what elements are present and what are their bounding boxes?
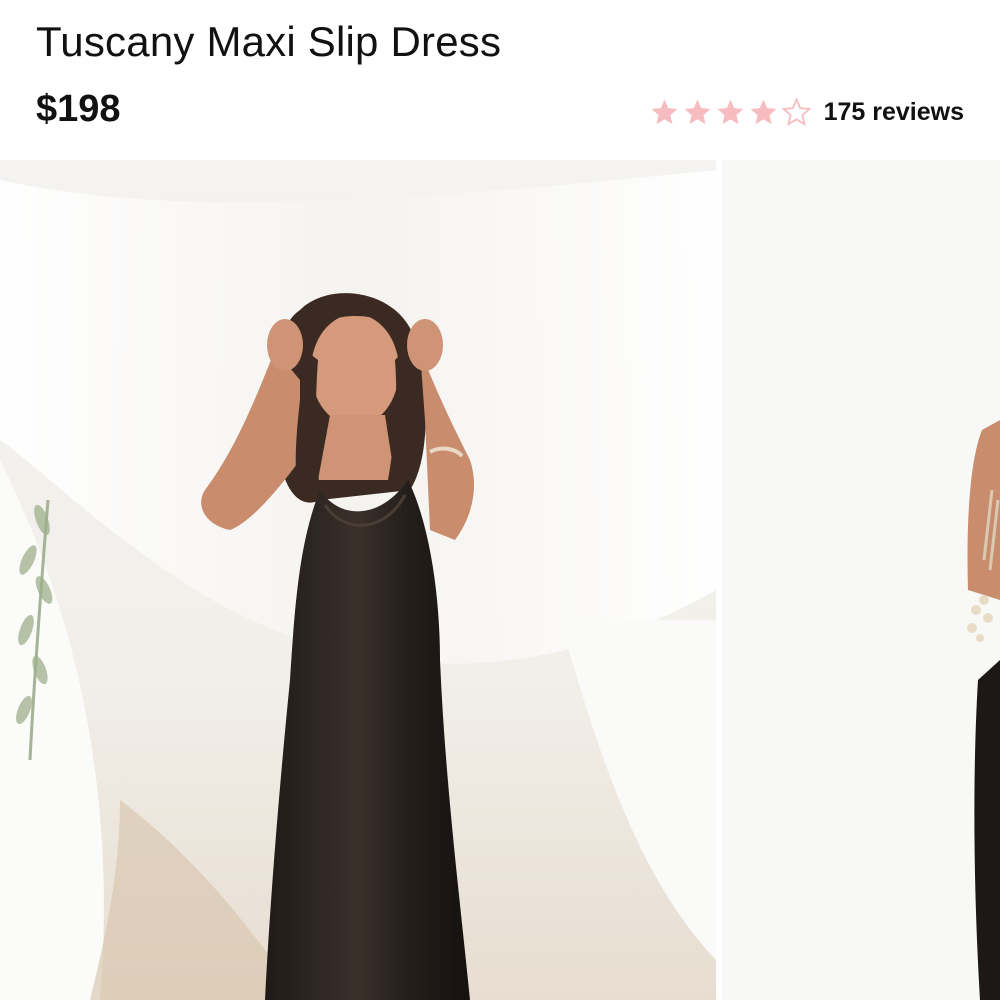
product-image-gallery[interactable] [0, 160, 1000, 1000]
star-filled-icon [715, 97, 746, 128]
star-filled-icon [748, 97, 779, 128]
reviews-link[interactable]: 175 reviews [824, 98, 964, 127]
rating-summary[interactable]: 175 reviews [649, 92, 964, 132]
star-filled-icon [649, 97, 680, 128]
product-title: Tuscany Maxi Slip Dress [36, 18, 502, 65]
star-empty-icon [781, 96, 812, 128]
product-header: Tuscany Maxi Slip Dress $198 175 reviews [0, 0, 1000, 160]
star-rating [649, 96, 812, 128]
next-photo-partial [722, 160, 1000, 1000]
product-price: $198 [36, 88, 121, 130]
gallery-image-next[interactable] [722, 160, 1000, 1000]
star-filled-icon [682, 97, 713, 128]
model-photo [0, 160, 716, 1000]
gallery-image-main[interactable] [0, 160, 716, 1000]
